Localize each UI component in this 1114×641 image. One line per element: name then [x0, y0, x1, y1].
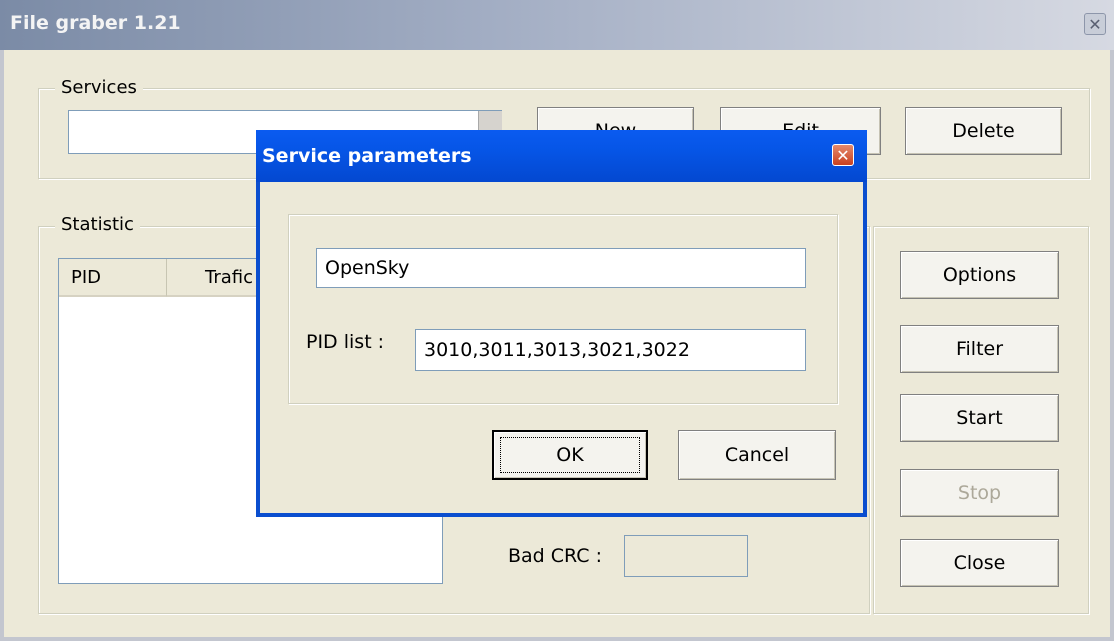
filter-button[interactable]: Filter [900, 325, 1059, 373]
cancel-button[interactable]: Cancel [678, 430, 836, 480]
start-button[interactable]: Start [900, 394, 1059, 442]
ok-button[interactable]: OK [492, 430, 648, 480]
statistic-group-label: Statistic [55, 214, 140, 235]
bad-crc-field [624, 535, 748, 577]
service-name-field[interactable]: OpenSky [316, 248, 806, 288]
dialog-body: OpenSky PID list : 3010,3011,3013,3021,3… [260, 182, 863, 513]
window-border-right [1110, 50, 1114, 641]
main-title-bar[interactable]: File graber 1.21 ✕ [0, 0, 1114, 50]
options-button[interactable]: Options [900, 251, 1059, 299]
bad-crc-label: Bad CRC : [508, 545, 603, 567]
ok-focus-rect [500, 437, 640, 473]
main-close-icon[interactable]: ✕ [1084, 13, 1106, 35]
stop-button[interactable]: Stop [900, 469, 1059, 517]
window-border-left [0, 50, 4, 641]
dialog-title: Service parameters [262, 145, 472, 167]
dialog-close-icon[interactable]: ✕ [832, 144, 854, 166]
main-window-title: File graber 1.21 [10, 12, 181, 34]
delete-button[interactable]: Delete [905, 107, 1062, 155]
service-parameters-dialog[interactable]: Service parameters ✕ OpenSky PID list : … [256, 130, 867, 517]
column-header-pid[interactable]: PID [59, 259, 167, 297]
services-group-label: Services [55, 77, 143, 98]
window-border-bottom [0, 637, 1114, 641]
pid-list-field[interactable]: 3010,3011,3013,3021,3022 [415, 329, 806, 371]
dialog-title-bar[interactable]: Service parameters ✕ [256, 130, 867, 182]
close-button[interactable]: Close [900, 539, 1059, 587]
dialog-fields-group [288, 214, 838, 404]
pid-list-label: PID list : [306, 331, 385, 353]
